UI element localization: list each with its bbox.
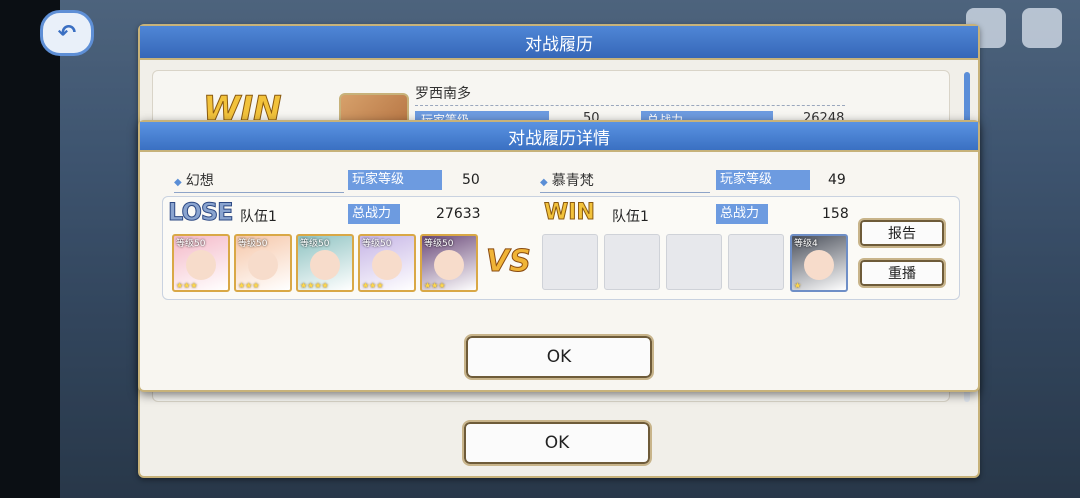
battle-history-title: 对战履历 bbox=[140, 26, 978, 60]
right-power-value: 158 bbox=[822, 206, 849, 222]
character-portrait[interactable]: 等级4 ★ bbox=[790, 234, 848, 292]
character-portrait[interactable]: 等级50 ★★★ bbox=[234, 234, 292, 292]
character-portrait[interactable]: 等级50 ★★★ bbox=[358, 234, 416, 292]
right-level-value: 49 bbox=[828, 172, 846, 188]
battle-detail-dialog: 对战履历详情 ◆ 幻想 玩家等级 50 ◆ 慕青梵 玩家等级 49 LOSE 队伍1… bbox=[138, 120, 980, 392]
empty-slot bbox=[604, 234, 660, 290]
character-face bbox=[248, 250, 278, 280]
left-player-name: 幻想 bbox=[185, 173, 214, 189]
star-icon: ★★★ bbox=[424, 281, 446, 290]
right-player-name: 慕青梵 bbox=[551, 173, 594, 189]
right-result-win: WIN bbox=[544, 200, 596, 226]
replay-button[interactable]: 重播 bbox=[858, 258, 946, 288]
right-team-label: 队伍1 bbox=[612, 209, 649, 225]
left-level-tag: 玩家等级 bbox=[348, 170, 442, 190]
star-icon: ★★★ bbox=[362, 281, 384, 290]
character-face bbox=[804, 250, 834, 280]
left-player-name-row: ◆ 幻想 bbox=[174, 170, 344, 193]
character-level: 等级50 bbox=[300, 239, 330, 249]
character-icon[interactable] bbox=[1022, 8, 1062, 48]
right-power-tag: 总战力 bbox=[716, 204, 768, 224]
star-icon: ★★★ bbox=[176, 281, 198, 290]
left-power-value: 27633 bbox=[436, 206, 481, 222]
character-face bbox=[434, 250, 464, 280]
battle-detail-title: 对战履历详情 bbox=[140, 122, 978, 152]
character-level: 等级50 bbox=[238, 239, 268, 249]
detail-ok-button[interactable]: OK bbox=[464, 334, 654, 380]
character-level: 等级50 bbox=[424, 239, 454, 249]
left-level-value: 50 bbox=[462, 172, 480, 188]
left-power-tag: 总战力 bbox=[348, 204, 400, 224]
diamond-icon: ◆ bbox=[540, 177, 548, 188]
left-result-lose: LOSE bbox=[168, 198, 235, 227]
empty-slot bbox=[542, 234, 598, 290]
report-button[interactable]: 报告 bbox=[858, 218, 946, 248]
empty-slot bbox=[666, 234, 722, 290]
right-level-tag: 玩家等级 bbox=[716, 170, 810, 190]
back-arrow-icon[interactable]: ↶ bbox=[40, 10, 94, 56]
star-icon: ★ bbox=[794, 281, 802, 290]
opponent-name: 罗西南多 bbox=[415, 83, 845, 106]
star-icon: ★★★★ bbox=[300, 281, 329, 290]
character-face bbox=[310, 250, 340, 280]
character-face bbox=[186, 250, 216, 280]
outer-ok-button[interactable]: OK bbox=[462, 420, 652, 466]
character-portrait[interactable]: 等级50 ★★★ bbox=[172, 234, 230, 292]
star-icon: ★★★ bbox=[238, 281, 260, 290]
character-level: 等级50 bbox=[176, 239, 206, 249]
left-team-label: 队伍1 bbox=[240, 209, 277, 225]
character-level: 等级50 bbox=[362, 239, 392, 249]
diamond-icon: ◆ bbox=[174, 177, 182, 188]
character-level: 等级4 bbox=[794, 239, 818, 249]
right-player-name-row: ◆ 慕青梵 bbox=[540, 170, 710, 193]
vs-label: VS bbox=[486, 244, 532, 280]
character-face bbox=[372, 250, 402, 280]
character-portrait[interactable]: 等级50 ★★★ bbox=[420, 234, 478, 292]
empty-slot bbox=[728, 234, 784, 290]
character-portrait[interactable]: 等级50 ★★★★ bbox=[296, 234, 354, 292]
